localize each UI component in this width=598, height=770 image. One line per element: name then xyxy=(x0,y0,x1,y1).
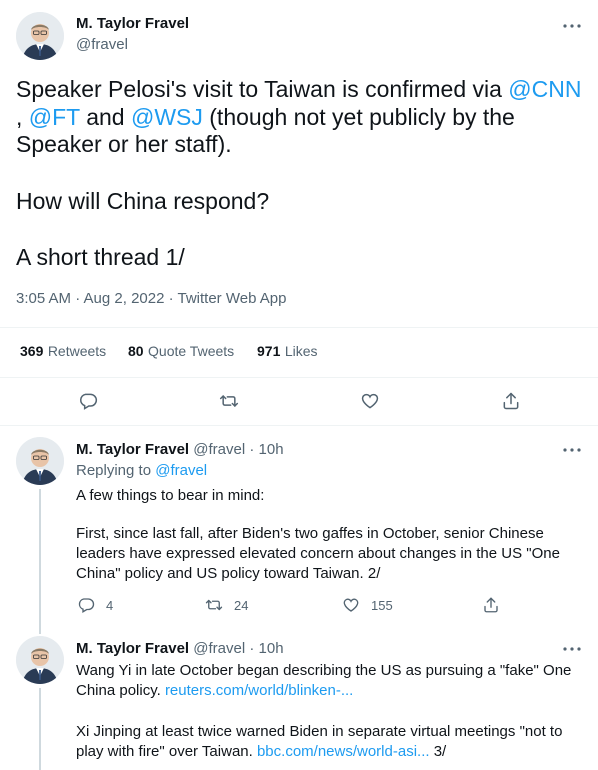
author-handle[interactable]: @fravel xyxy=(76,36,128,53)
share-icon[interactable] xyxy=(499,389,523,413)
tweet-timestamp[interactable]: 3:05 AM · Aug 2, 2022 · Twitter Web App xyxy=(16,290,286,307)
quotes-count: 80 xyxy=(128,343,144,359)
reply-paragraph: Xi Jinping at least twice warned Biden i… xyxy=(76,722,582,762)
divider xyxy=(0,425,598,426)
reply-count: 4 xyxy=(106,598,114,613)
reply-paragraph: First, since last fall, after Biden's tw… xyxy=(76,525,560,582)
retweet-icon[interactable] xyxy=(202,593,226,617)
stat-likes[interactable]: 971 Likes xyxy=(257,343,318,361)
reply-header: M. Taylor Fravel @fravel · 10h xyxy=(76,640,284,657)
tweet-paragraph: A short thread 1/ xyxy=(16,244,185,270)
tweet-text-part: and xyxy=(79,103,131,130)
reply-icon[interactable] xyxy=(74,593,98,617)
retweet-icon[interactable] xyxy=(217,389,241,413)
mention-ft-link[interactable]: @FT xyxy=(29,104,80,130)
reply-time[interactable]: · 10h xyxy=(249,640,283,657)
author-name[interactable]: M. Taylor Fravel xyxy=(76,15,189,32)
avatar[interactable] xyxy=(16,437,64,485)
reply-time[interactable]: · 10h xyxy=(249,441,283,458)
divider xyxy=(0,377,598,378)
tweet-text: Speaker Pelosi's visit to Taiwan is conf… xyxy=(16,76,584,159)
tweet-paragraph: How will China respond? xyxy=(16,188,270,214)
avatar[interactable] xyxy=(16,636,64,684)
reply-paragraph: A few things to bear in mind: xyxy=(76,487,265,504)
avatar[interactable] xyxy=(16,12,64,60)
stat-quote-tweets[interactable]: 80 Quote Tweets xyxy=(128,343,234,361)
likes-count: 971 xyxy=(257,343,281,359)
bbc-link[interactable]: bbc.com/news/world-asi... xyxy=(257,743,430,760)
replying-prefix: Replying to xyxy=(76,462,156,479)
quotes-label: Quote Tweets xyxy=(148,343,235,359)
mention-cnn-link[interactable]: @CNN xyxy=(508,76,581,102)
reply-text-part: 3/ xyxy=(429,743,447,760)
stat-retweets[interactable]: 369 Retweets xyxy=(20,343,106,361)
replying-handle-link[interactable]: @fravel xyxy=(155,462,207,479)
thread-line xyxy=(39,688,41,770)
retweet-count: 24 xyxy=(234,598,249,613)
reuters-link[interactable]: reuters.com/world/blinken-... xyxy=(165,682,353,699)
author-handle[interactable]: @fravel xyxy=(193,640,245,657)
replying-to: Replying to @fravel xyxy=(76,462,207,479)
divider xyxy=(0,327,598,328)
reply-header: M. Taylor Fravel @fravel · 10h xyxy=(76,441,284,458)
likes-label: Likes xyxy=(284,343,318,359)
like-icon[interactable] xyxy=(358,389,382,413)
tweet-text-part: , xyxy=(16,103,29,130)
author-name[interactable]: M. Taylor Fravel xyxy=(76,640,189,657)
reply-paragraph: Wang Yi in late October began describing… xyxy=(76,661,582,701)
more-icon[interactable] xyxy=(562,639,582,659)
share-icon[interactable] xyxy=(479,593,503,617)
retweets-count: 369 xyxy=(20,343,44,359)
thread-line xyxy=(39,489,41,619)
more-icon[interactable] xyxy=(562,440,582,460)
mention-wsj-link[interactable]: @WSJ xyxy=(131,104,203,130)
author-handle[interactable]: @fravel xyxy=(193,441,245,458)
tweet-text-part: Speaker Pelosi's visit to Taiwan is conf… xyxy=(16,76,509,102)
like-icon[interactable] xyxy=(339,593,363,617)
author-name[interactable]: M. Taylor Fravel xyxy=(76,441,189,458)
thread-line xyxy=(39,619,41,634)
like-count: 155 xyxy=(371,598,393,613)
reply-icon[interactable] xyxy=(76,389,100,413)
retweets-label: Retweets xyxy=(47,343,107,359)
more-icon[interactable] xyxy=(562,16,582,36)
